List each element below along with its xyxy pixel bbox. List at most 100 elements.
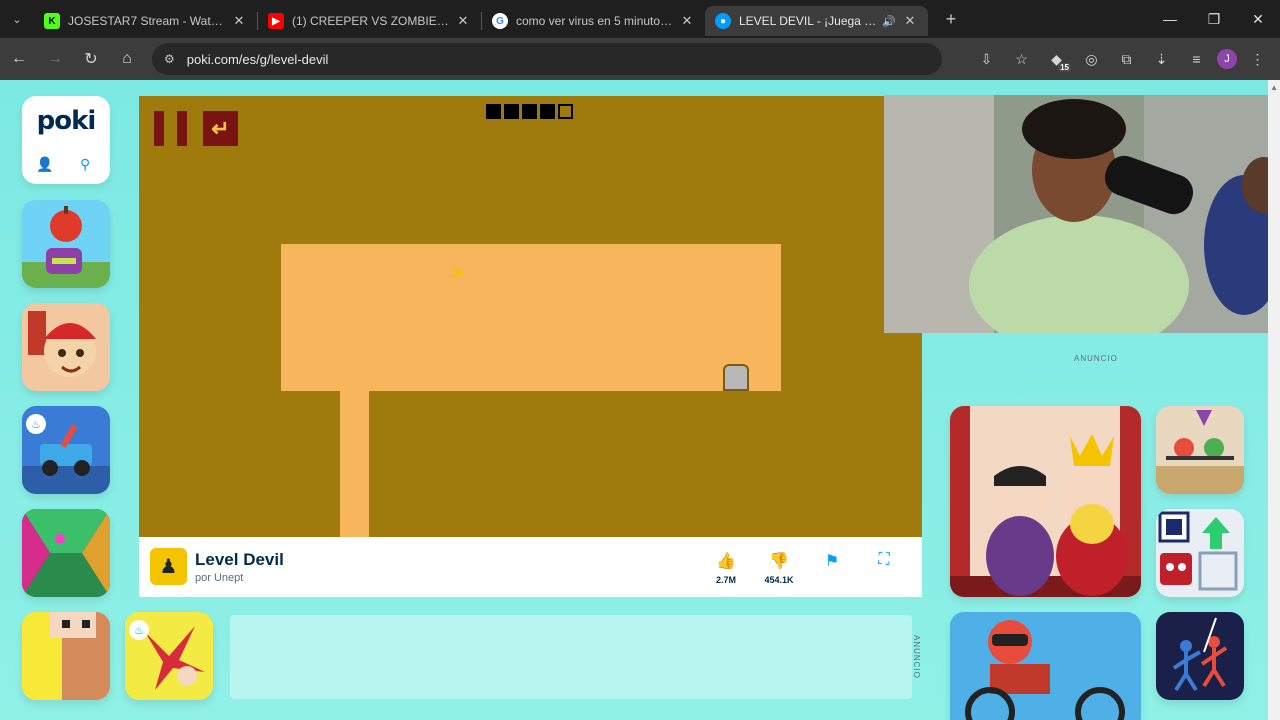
google-icon: G	[492, 13, 508, 29]
bookmark-star-icon[interactable]: ☆	[1007, 45, 1036, 74]
new-tab-button[interactable]: +	[936, 9, 966, 30]
level-progress-square	[486, 104, 501, 119]
level-progress-square	[504, 104, 519, 119]
maximize-icon[interactable]: ❐	[1192, 0, 1236, 38]
media-control-icon[interactable]: ≡	[1182, 45, 1211, 74]
pause-button-left-bar[interactable]	[154, 111, 164, 146]
toolbar-actions: ⇩ ☆ ◆ 15 ◎ ⧉ ⇣ ≡ J ⋮	[972, 38, 1272, 80]
game-thumb-royal[interactable]	[950, 406, 1141, 597]
restart-icon[interactable]: ↵	[203, 111, 238, 146]
tab-level-devil[interactable]: ● LEVEL DEVIL - ¡Juega Gratis 🔊 ✕	[705, 6, 928, 36]
home-icon[interactable]: ⌂	[110, 42, 144, 76]
url-text: poki.com/es/g/level-devil	[186, 51, 329, 67]
poki-logo-card[interactable]: poki 👤 ⚲	[22, 96, 110, 184]
site-info-icon[interactable]: ⚙	[164, 52, 175, 66]
pause-button-right-bar[interactable]	[177, 111, 187, 146]
extension-icon[interactable]: ◆ 15	[1042, 45, 1071, 74]
fullscreen-button[interactable]: ⛶	[864, 551, 904, 569]
level-progress-square	[540, 104, 555, 119]
tab-title: como ver virus en 5 minutos - B	[516, 14, 673, 28]
obs-icon[interactable]: ◎	[1077, 45, 1106, 74]
level-progress	[486, 104, 573, 119]
apple-worm-thumb-image	[22, 200, 110, 288]
close-tab-icon[interactable]: ✕	[902, 13, 918, 29]
dislike-button[interactable]: 👎 454.1K	[759, 551, 799, 585]
webcam-image	[884, 95, 1280, 333]
level-progress-square	[522, 104, 537, 119]
forward-icon[interactable]: →	[38, 42, 72, 76]
game-thumb-yellow-block[interactable]	[22, 612, 110, 700]
tunnel-game-thumb-image	[22, 509, 110, 597]
game-thumb-subway-surfers[interactable]	[22, 303, 110, 391]
search-icon[interactable]: ⚲	[80, 156, 90, 173]
game-thumb-blocks[interactable]	[1156, 509, 1244, 597]
tab-kick[interactable]: K JOSESTAR7 Stream - Watch Live ✕	[34, 6, 257, 36]
royal-game-thumb-image	[950, 406, 1141, 597]
reload-icon[interactable]: ↻	[74, 42, 108, 76]
tab-google[interactable]: G como ver virus en 5 minutos - B ✕	[482, 6, 705, 36]
game-thumb-moto[interactable]	[950, 612, 1141, 720]
close-tab-icon[interactable]: ✕	[679, 13, 695, 29]
webcam-overlay	[884, 95, 1280, 333]
close-window-icon[interactable]: ✕	[1236, 0, 1280, 38]
game-author[interactable]: por Unept	[195, 572, 243, 584]
flame-icon: ♨	[26, 414, 46, 434]
scroll-up-icon[interactable]: ▲	[1270, 83, 1278, 92]
minimize-icon[interactable]: —	[1148, 0, 1192, 38]
game-thumb-car-crash[interactable]: ♨	[22, 406, 110, 494]
block-game-thumb-image	[22, 612, 110, 700]
ad-label-top: ANUNCIO	[1074, 354, 1118, 363]
tab-youtube[interactable]: ▶ (1) CREEPER VS ZOMBIE | ESPEC ✕	[258, 6, 481, 36]
tab-search-button[interactable]: ⌄	[0, 0, 34, 38]
like-count: 2.7M	[715, 575, 736, 585]
close-tab-icon[interactable]: ✕	[455, 13, 471, 29]
stick-fight-thumb-image	[1156, 612, 1244, 700]
extension-badge: 15	[1058, 62, 1071, 72]
menu-kebab-icon[interactable]: ⋮	[1243, 45, 1272, 74]
game-thumb-apple-worm[interactable]	[22, 200, 110, 288]
tab-title: JOSESTAR7 Stream - Watch Live	[68, 14, 225, 28]
subway-surfers-thumb-image	[22, 303, 110, 391]
browser-toolbar: ← → ↻ ⌂ ⚙ poki.com/es/g/level-devil ⇩ ☆ …	[0, 38, 1280, 80]
youtube-icon: ▶	[268, 13, 284, 29]
flag-icon: ⚑	[824, 553, 840, 570]
stickmen-thumb-image	[1156, 406, 1244, 494]
extensions-puzzle-icon[interactable]: ⧉	[1112, 45, 1141, 74]
tab-strip: ⌄ K JOSESTAR7 Stream - Watch Live ✕ ▶ (1…	[0, 0, 1280, 38]
profile-avatar[interactable]: J	[1217, 49, 1237, 69]
user-icon[interactable]: 👤	[36, 156, 53, 173]
thumbs-down-icon: 👎	[769, 553, 789, 570]
dislike-count: 454.1K	[764, 575, 794, 585]
game-pillar	[340, 391, 369, 537]
poki-logo: poki	[36, 106, 97, 136]
game-thumb-red-dragon[interactable]: ♨	[125, 612, 213, 700]
address-bar[interactable]: ⚙ poki.com/es/g/level-devil	[152, 43, 942, 75]
downloads-icon[interactable]: ⇣	[1147, 45, 1176, 74]
like-button[interactable]: 👍 2.7M	[706, 551, 746, 585]
ad-banner[interactable]	[230, 615, 912, 699]
thumbs-up-icon: 👍	[716, 553, 736, 570]
game-canvas[interactable]: ↵ ➤	[139, 96, 922, 537]
exit-door	[723, 364, 749, 391]
ad-label-side: ANUNCIO	[912, 635, 921, 679]
tab-title: (1) CREEPER VS ZOMBIE | ESPEC	[292, 14, 449, 28]
page-scrollbar[interactable]: ▲	[1268, 80, 1280, 720]
game-thumb-stickmen[interactable]	[1156, 406, 1244, 494]
close-tab-icon[interactable]: ✕	[231, 13, 247, 29]
level-devil-icon: ♟	[150, 548, 187, 585]
kick-icon: K	[44, 13, 60, 29]
speaker-icon[interactable]: 🔊	[882, 15, 896, 28]
level-progress-square	[558, 104, 573, 119]
flame-icon: ♨	[129, 620, 149, 640]
report-button[interactable]: ⚑	[812, 551, 852, 571]
game-thumb-stick-fight[interactable]	[1156, 612, 1244, 700]
game-platform	[281, 244, 781, 391]
game-thumb-tunnel[interactable]	[22, 509, 110, 597]
window-controls: — ❐ ✕	[1148, 0, 1280, 38]
poki-icon: ●	[715, 13, 731, 29]
install-app-icon[interactable]: ⇩	[972, 45, 1001, 74]
moto-game-thumb-image	[950, 612, 1141, 720]
game-title: Level Devil	[195, 550, 284, 569]
tab-title: LEVEL DEVIL - ¡Juega Gratis	[739, 14, 876, 28]
back-icon[interactable]: ←	[2, 42, 36, 76]
